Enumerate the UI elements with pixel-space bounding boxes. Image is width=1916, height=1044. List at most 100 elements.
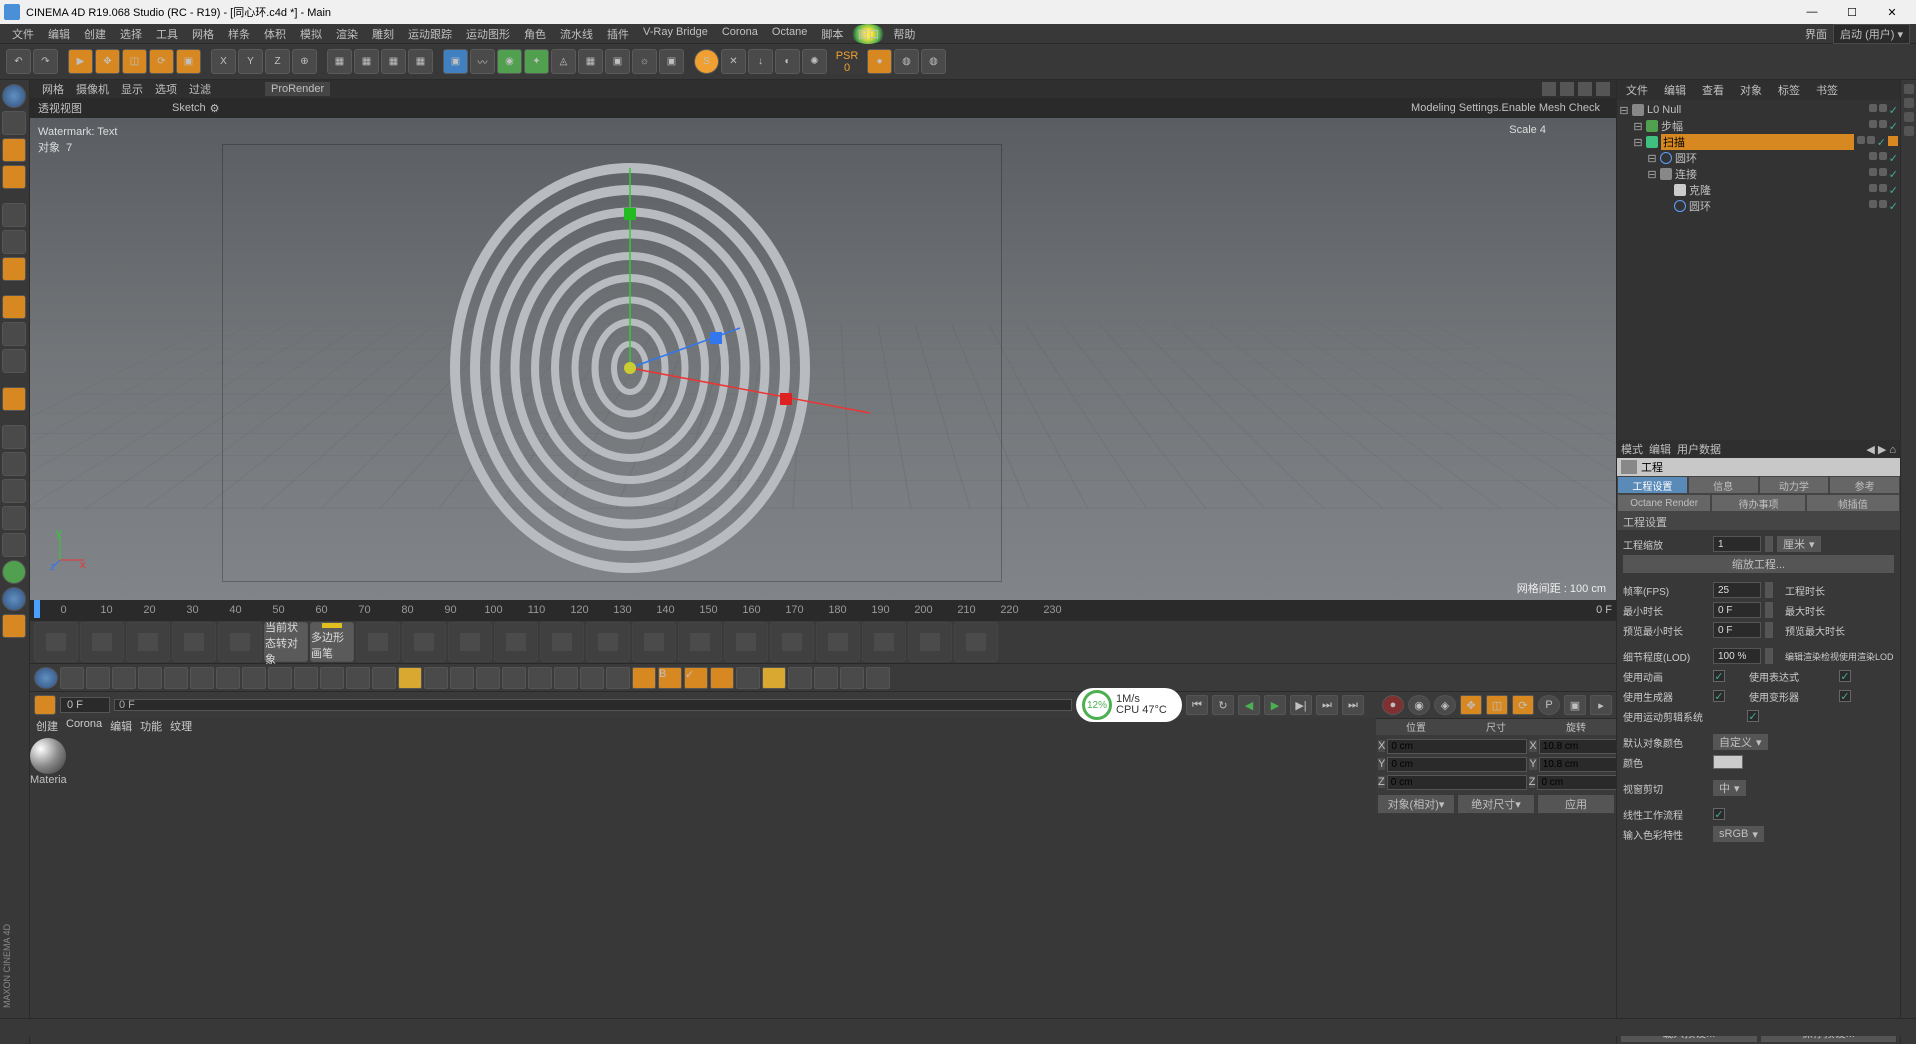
viewport-solo-button[interactable] — [2, 425, 26, 449]
key-last-button[interactable]: ▸ — [1590, 695, 1612, 715]
menu-工具[interactable]: 工具 — [150, 24, 184, 44]
use-expr-checkbox[interactable]: ✓ — [1839, 670, 1851, 682]
am-tab-参考[interactable]: 参考 — [1829, 476, 1900, 494]
min-time-input[interactable] — [1713, 602, 1761, 618]
render-region-button[interactable]: ▦ — [354, 49, 379, 74]
pos-Y[interactable] — [1387, 757, 1527, 772]
prev-min-input[interactable] — [1713, 622, 1761, 638]
tool-g-button[interactable]: ◍ — [921, 49, 946, 74]
edges-mode-button[interactable] — [2, 230, 26, 254]
project-scale-input[interactable] — [1713, 536, 1761, 552]
mat-tab-Corona[interactable]: Corona — [66, 718, 102, 736]
snap-btn-9[interactable] — [242, 667, 266, 689]
lock-x-button[interactable]: X — [211, 49, 236, 74]
vp-tab-过滤[interactable]: 过滤 — [183, 83, 217, 97]
undo-button[interactable]: ↶ — [6, 49, 31, 74]
menu-运动图形[interactable]: 运动图形 — [460, 24, 516, 44]
menu-帮助[interactable]: 帮助 — [887, 24, 921, 44]
model-mode-button[interactable] — [2, 84, 26, 108]
menu-编辑[interactable]: 编辑 — [42, 24, 76, 44]
close-button[interactable]: ✕ — [1872, 0, 1912, 24]
menu-插件[interactable]: 插件 — [601, 24, 635, 44]
unit-dropdown[interactable]: 厘米 ▾ — [1777, 536, 1821, 552]
snap-btn-15[interactable] — [398, 667, 422, 689]
mat-tab-功能[interactable]: 功能 — [140, 718, 162, 736]
pos-Z[interactable] — [1387, 775, 1527, 790]
play-button[interactable]: ▶ — [1264, 695, 1286, 715]
render-view-button[interactable]: ▦ — [327, 49, 352, 74]
menu-文件[interactable]: 文件 — [6, 24, 40, 44]
polys-mode-button[interactable] — [2, 257, 26, 281]
menu-创建[interactable]: 创建 — [78, 24, 112, 44]
om-menu-对象[interactable]: 对象 — [1735, 81, 1767, 99]
snap-btn-17[interactable] — [450, 667, 474, 689]
om-menu-标签[interactable]: 标签 — [1773, 81, 1805, 99]
rotate-button[interactable]: ⟳ — [149, 49, 174, 74]
color-swatch[interactable] — [1713, 755, 1743, 769]
tool-b-button[interactable]: ↓ — [748, 49, 773, 74]
tool-d-button[interactable]: ✺ — [802, 49, 827, 74]
add-camera-button[interactable]: ▣ — [605, 49, 630, 74]
autokey-button[interactable]: ◉ — [1408, 695, 1430, 715]
layout-dropdown[interactable]: 启动 (用户) ▾ — [1833, 24, 1910, 44]
add-scene-button[interactable]: ▣ — [659, 49, 684, 74]
vp-nav-max-icon[interactable] — [1596, 82, 1610, 96]
menu-Corona[interactable]: Corona — [716, 24, 764, 44]
shelf-btn-3[interactable] — [126, 622, 170, 662]
vp-tab-选项[interactable]: 选项 — [149, 83, 183, 97]
strip-icon-1[interactable] — [1904, 84, 1914, 94]
om-menu-文件[interactable]: 文件 — [1621, 81, 1653, 99]
menu-V-Ray Bridge[interactable]: V-Ray Bridge — [637, 24, 714, 44]
globe-tool-button[interactable] — [2, 587, 26, 611]
snap-btn-24[interactable] — [632, 667, 656, 689]
tree-row[interactable]: ⊟步幅✓ — [1619, 118, 1898, 134]
maximize-button[interactable]: ☐ — [1832, 0, 1872, 24]
coord-sys-button[interactable]: ⊕ — [292, 49, 317, 74]
polygon-pen-button[interactable]: 多边形画笔 — [310, 622, 354, 662]
tree-row[interactable]: ⊟扫描✓ — [1619, 134, 1898, 150]
live-select-button[interactable]: ▶ — [68, 49, 93, 74]
menu-体积[interactable]: 体积 — [258, 24, 292, 44]
minimize-button[interactable]: — — [1792, 0, 1832, 24]
isoline-button[interactable] — [2, 452, 26, 476]
am-menu-用户数据[interactable]: 用户数据 — [1677, 441, 1721, 457]
add-deformer-button[interactable]: ◬ — [551, 49, 576, 74]
snap-btn-6[interactable] — [164, 667, 188, 689]
default-color-dropdown[interactable]: 自定义 ▾ — [1713, 734, 1768, 750]
material-item[interactable]: Materia — [30, 738, 67, 786]
key-rot-button[interactable]: ⟳ — [1512, 695, 1534, 715]
use-def-checkbox[interactable]: ✓ — [1839, 690, 1851, 702]
snap-globe-button[interactable] — [34, 667, 58, 689]
timeline-playhead[interactable] — [34, 600, 40, 618]
snap-btn-32[interactable] — [840, 667, 864, 689]
vp-tab-摄像机[interactable]: 摄像机 — [70, 83, 115, 97]
tree-row[interactable]: ⊟连接✓ — [1619, 166, 1898, 182]
scale-button[interactable]: ◫ — [122, 49, 147, 74]
key-scale-button[interactable]: ◫ — [1486, 695, 1508, 715]
vp-nav-move-icon[interactable] — [1542, 82, 1556, 96]
shelf-btn-17[interactable] — [770, 622, 814, 662]
workplane-button[interactable] — [2, 165, 26, 189]
menu-窗口[interactable]: 窗口 — [851, 24, 885, 44]
tool-e-button[interactable]: ● — [867, 49, 892, 74]
menu-脚本[interactable]: 脚本 — [815, 24, 849, 44]
snap-btn-21[interactable] — [554, 667, 578, 689]
add-environment-button[interactable]: ▦ — [578, 49, 603, 74]
shelf-btn-1[interactable] — [34, 622, 78, 662]
snap-btn-22[interactable] — [580, 667, 604, 689]
snap-btn-33[interactable] — [866, 667, 890, 689]
menu-网格[interactable]: 网格 — [186, 24, 220, 44]
sketch-gear-icon[interactable]: ⚙ — [210, 102, 220, 115]
snap-btn-14[interactable] — [372, 667, 396, 689]
key-param-button[interactable]: P — [1538, 695, 1560, 715]
shelf-btn-9[interactable] — [402, 622, 446, 662]
clip-dropdown[interactable]: 中 ▾ — [1713, 780, 1746, 796]
solo-button[interactable]: S — [694, 49, 719, 74]
om-menu-编辑[interactable]: 编辑 — [1659, 81, 1691, 99]
strip-icon-3[interactable] — [1904, 112, 1914, 122]
tool-c-button[interactable]: ◐ — [775, 49, 800, 74]
picture-viewer-button[interactable]: ▦ — [408, 49, 433, 74]
linear-checkbox[interactable]: ✓ — [1713, 808, 1725, 820]
snap-btn-26[interactable]: ✓ — [684, 667, 708, 689]
menu-运动跟踪[interactable]: 运动跟踪 — [402, 24, 458, 44]
